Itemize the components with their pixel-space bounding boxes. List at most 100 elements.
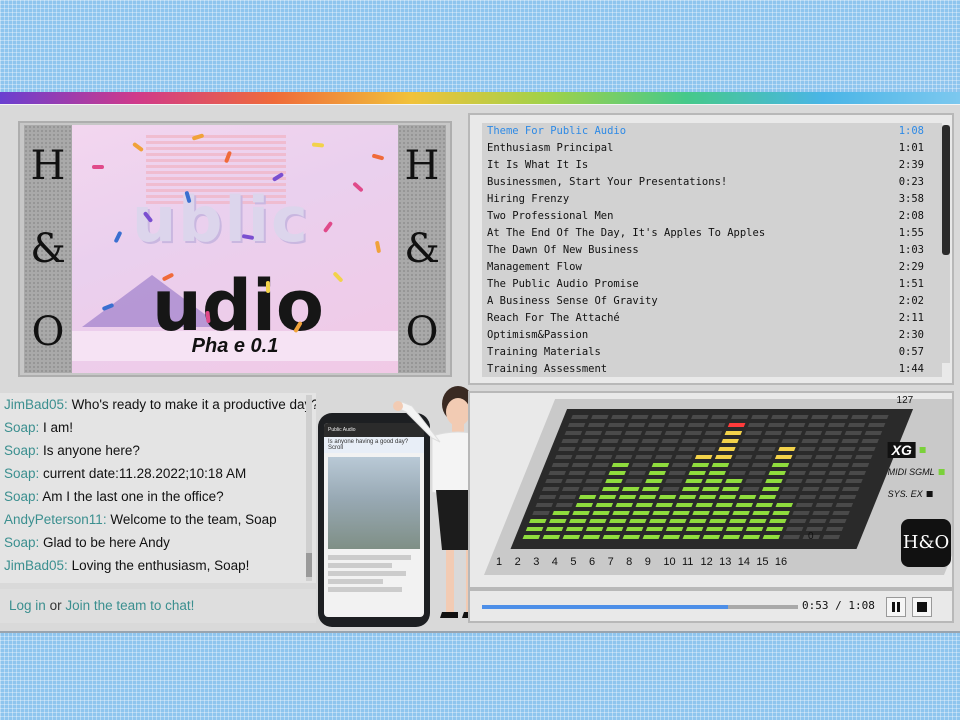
- track-duration: 2:30: [898, 329, 924, 341]
- ho-letter: H: [404, 143, 440, 190]
- eq-segment: [761, 487, 780, 491]
- track-title: Enthusiasm Principal: [487, 142, 614, 154]
- eq-segment: [578, 447, 596, 451]
- playlist-track[interactable]: Enthusiasm Principal 1:01: [482, 140, 942, 157]
- eq-segment: [621, 439, 639, 443]
- eq-segment: [532, 511, 550, 515]
- eq-segment: [795, 503, 814, 507]
- eq-segment: [567, 423, 586, 427]
- playlist-track[interactable]: Management Flow 2:29: [482, 259, 942, 276]
- chat-scroll-thumb[interactable]: [306, 553, 312, 577]
- confetti-piece: [92, 165, 104, 169]
- eq-segment: [845, 479, 863, 483]
- chat-username[interactable]: Soap: [4, 466, 36, 481]
- playlist-track[interactable]: Hiring Frenzy 3:58: [482, 191, 942, 208]
- confetti-piece: [352, 181, 364, 193]
- eq-segment: [731, 415, 749, 419]
- eq-segment: [611, 415, 629, 419]
- playlist-track[interactable]: The Public Audio Promise 1:51: [482, 276, 942, 293]
- chat-scrollbar[interactable]: [306, 395, 312, 581]
- total-time: 1:08: [848, 599, 875, 612]
- eq-segment: [775, 503, 794, 507]
- eq-segment: [584, 431, 603, 435]
- eq-segment: [834, 455, 853, 459]
- track-duration: 1:51: [898, 278, 924, 290]
- chat-username[interactable]: AndyPeterson11: [4, 512, 103, 527]
- eq-segment: [678, 495, 697, 499]
- playlist-scroll-thumb[interactable]: [942, 125, 950, 255]
- eq-segment: [609, 519, 627, 523]
- chat-username[interactable]: Soap: [4, 489, 36, 504]
- chat-message: Soap: Am I the last one in the office?: [4, 489, 224, 504]
- video-player[interactable]: ublic udio Pha e 0.1: [72, 125, 398, 373]
- track-duration: 0:23: [898, 176, 924, 188]
- track-duration: 1:08: [898, 125, 924, 137]
- playlist-track[interactable]: The Dawn Of New Business 1:03: [482, 242, 942, 259]
- eq-segment: [692, 511, 710, 515]
- login-link[interactable]: Log in: [9, 598, 46, 613]
- progress-track[interactable]: [482, 605, 798, 609]
- playlist-track[interactable]: Businessmen, Start Your Presentations! 0:…: [482, 174, 942, 191]
- eq-segment: [804, 431, 823, 435]
- eq-segment: [598, 495, 617, 499]
- eq-segment: [552, 511, 570, 515]
- eq-status-label: SYS. EX: [887, 489, 923, 499]
- eq-segment: [707, 423, 726, 427]
- equalizer-display: [510, 409, 914, 549]
- playlist-track[interactable]: Training Materials 0:57: [482, 344, 942, 361]
- chat-message: JimBad05: Who's ready to make it a produ…: [0, 393, 316, 416]
- chat-username[interactable]: JimBad05: [4, 558, 64, 573]
- eq-segment: [821, 439, 839, 443]
- eq-segment: [655, 503, 674, 507]
- eq-segment: [718, 447, 736, 451]
- eq-segment: [607, 423, 626, 427]
- playlist: Theme For Public Audio 1:08 Enthusiasm Pri…: [482, 123, 942, 377]
- playlist-track[interactable]: It Is What It Is 2:39: [482, 157, 942, 174]
- eq-segment: [709, 519, 727, 523]
- playlist-scrollbar[interactable]: [942, 125, 950, 363]
- confetti-piece: [322, 220, 334, 234]
- eq-segment: [781, 487, 800, 491]
- eq-segment: [571, 463, 590, 467]
- current-time: 0:53: [802, 599, 829, 612]
- eq-segment: [791, 463, 810, 467]
- playlist-track[interactable]: At The End Of The Day, It's Apples To Ap…: [482, 225, 942, 242]
- eq-segment: [828, 471, 847, 475]
- chat-text: Glad to be here Andy: [43, 535, 170, 550]
- playlist-track[interactable]: Optimism&Passion 2:30: [482, 327, 942, 344]
- eq-segment: [789, 519, 807, 523]
- join-chat-link[interactable]: Join the team to chat!: [65, 598, 194, 613]
- chat-username[interactable]: JimBad05: [4, 397, 64, 412]
- eq-channel-label: 8: [626, 556, 633, 568]
- eq-segment: [558, 495, 577, 499]
- stop-button[interactable]: [912, 597, 932, 617]
- eq-segment: [594, 455, 613, 459]
- status-led-icon: [919, 447, 926, 453]
- eq-segment: [661, 487, 680, 491]
- eq-segment: [541, 487, 560, 491]
- eq-segment: [602, 535, 621, 539]
- chat-username[interactable]: Soap: [4, 420, 36, 435]
- eq-segment: [831, 415, 849, 419]
- chat-username[interactable]: Soap: [4, 535, 36, 550]
- pause-button[interactable]: [886, 597, 906, 617]
- playlist-track[interactable]: Two Professional Men 2:08: [482, 208, 942, 225]
- eq-segment: [685, 479, 703, 483]
- playlist-track[interactable]: Reach For The Attaché 2:11: [482, 310, 942, 327]
- chat-username[interactable]: Soap: [4, 443, 36, 458]
- playlist-track[interactable]: Training Assessment 1:44: [482, 361, 942, 377]
- playlist-track[interactable]: Theme For Public Audio 1:08: [482, 123, 942, 140]
- chat-footer: Log in or Join the team to chat!: [0, 589, 316, 623]
- eq-segment: [589, 519, 607, 523]
- eq-segment: [841, 487, 860, 491]
- eq-segment: [585, 479, 603, 483]
- eq-segment: [591, 463, 610, 467]
- eq-segment: [832, 511, 850, 515]
- eq-segment: [805, 479, 823, 483]
- eq-segment: [818, 495, 837, 499]
- chat-text: Who's ready to make it a productive day?: [71, 397, 316, 412]
- player-bar: 0:53 / 1:08: [468, 589, 954, 623]
- eq-segment: [695, 503, 714, 507]
- playlist-track[interactable]: A Business Sense Of Gravity 2:02: [482, 293, 942, 310]
- eq-segment: [698, 447, 716, 451]
